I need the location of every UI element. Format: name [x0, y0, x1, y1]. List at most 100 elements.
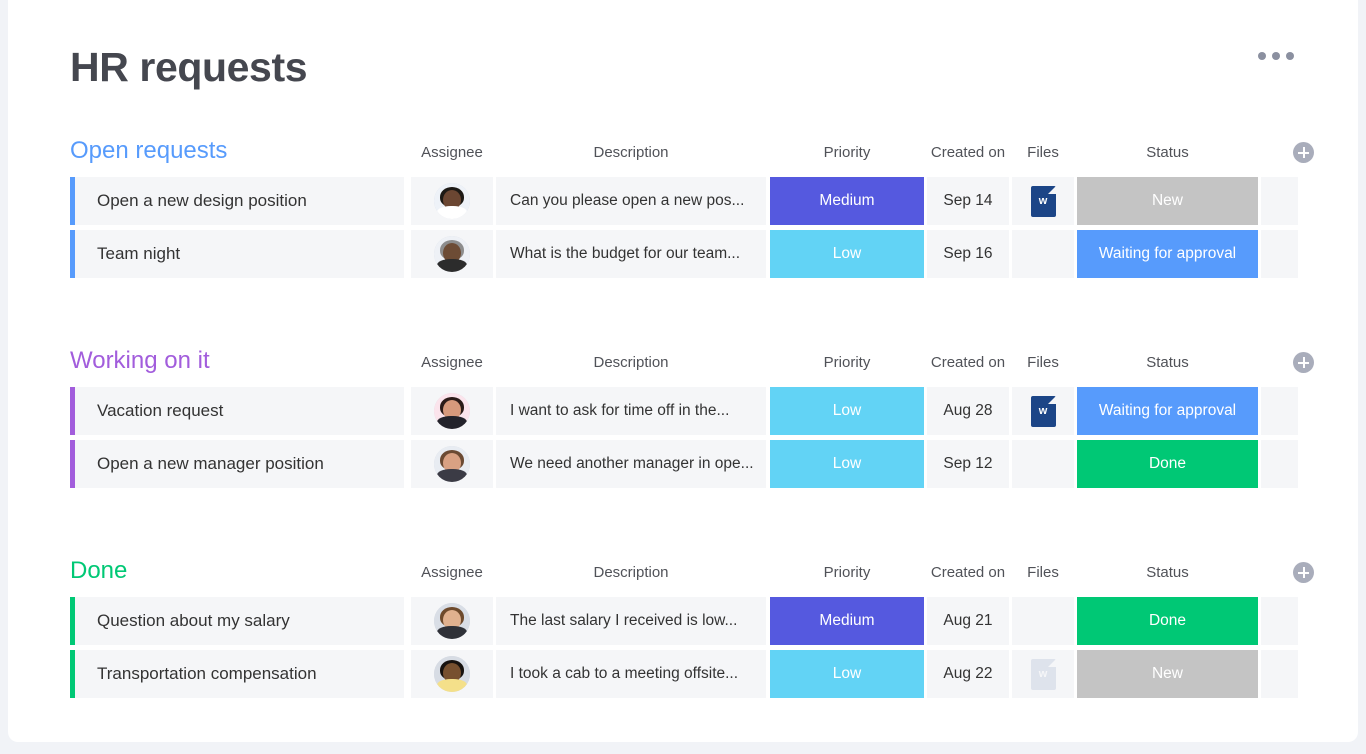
status-cell[interactable]: Waiting for approval [1077, 230, 1258, 278]
priority-badge[interactable]: Medium [770, 177, 924, 225]
status-cell[interactable]: New [1077, 650, 1258, 698]
status-cell[interactable]: Done [1077, 597, 1258, 645]
row-name-cell[interactable]: Vacation request [75, 387, 404, 435]
priority-badge[interactable]: Low [770, 440, 924, 488]
group-title[interactable]: Working on it [70, 347, 210, 375]
status-cell[interactable]: Waiting for approval [1077, 387, 1258, 435]
row-name-cell[interactable]: Question about my salary [75, 597, 404, 645]
priority-cell[interactable]: Medium [770, 177, 924, 225]
table-row[interactable]: Question about my salary The last salary … [70, 597, 1314, 645]
status-cell[interactable]: Done [1077, 440, 1258, 488]
created-on-cell[interactable]: Sep 12 [927, 440, 1009, 488]
column-header-status[interactable]: Status [1077, 563, 1258, 583]
created-on-cell[interactable]: Sep 16 [927, 230, 1009, 278]
column-header-description[interactable]: Description [496, 563, 766, 583]
priority-cell[interactable]: Medium [770, 597, 924, 645]
column-header-created_on[interactable]: Created on [927, 563, 1009, 583]
word-file-icon[interactable]: w [1030, 658, 1056, 690]
column-header-status[interactable]: Status [1077, 143, 1258, 163]
priority-badge[interactable]: Medium [770, 597, 924, 645]
description-cell[interactable]: Can you please open a new pos... [496, 177, 766, 225]
assignee-cell[interactable] [411, 387, 493, 435]
plus-circle-icon[interactable] [1293, 352, 1314, 373]
column-header-files[interactable]: Files [1012, 353, 1074, 373]
status-badge[interactable]: Done [1077, 440, 1258, 488]
column-header-assignee[interactable]: Assignee [411, 563, 493, 583]
avatar[interactable] [434, 236, 470, 272]
row-trailing-cell[interactable] [1261, 440, 1298, 488]
priority-cell[interactable]: Low [770, 440, 924, 488]
row-trailing-cell[interactable] [1261, 650, 1298, 698]
priority-badge[interactable]: Low [770, 650, 924, 698]
table-row[interactable]: Transportation compensation I took a cab … [70, 650, 1314, 698]
avatar[interactable] [434, 603, 470, 639]
assignee-cell[interactable] [411, 650, 493, 698]
files-cell[interactable] [1012, 230, 1074, 278]
status-badge[interactable]: New [1077, 650, 1258, 698]
avatar[interactable] [434, 183, 470, 219]
row-name-cell[interactable]: Team night [75, 230, 404, 278]
table-row[interactable]: Open a new manager position We need anoth… [70, 440, 1314, 488]
created-on-cell[interactable]: Aug 22 [927, 650, 1009, 698]
created-on-cell[interactable]: Sep 14 [927, 177, 1009, 225]
files-cell[interactable] [1012, 597, 1074, 645]
column-header-assignee[interactable]: Assignee [411, 143, 493, 163]
assignee-cell[interactable] [411, 230, 493, 278]
priority-cell[interactable]: Low [770, 230, 924, 278]
row-name-cell[interactable]: Transportation compensation [75, 650, 404, 698]
description-cell[interactable]: What is the budget for our team... [496, 230, 766, 278]
priority-badge[interactable]: Low [770, 230, 924, 278]
avatar[interactable] [434, 446, 470, 482]
column-header-description[interactable]: Description [496, 143, 766, 163]
word-file-icon[interactable]: w [1030, 185, 1056, 217]
priority-badge[interactable]: Low [770, 387, 924, 435]
assignee-cell[interactable] [411, 597, 493, 645]
priority-cell[interactable]: Low [770, 650, 924, 698]
files-cell[interactable]: w [1012, 650, 1074, 698]
column-header-status[interactable]: Status [1077, 353, 1258, 373]
status-badge[interactable]: Waiting for approval [1077, 387, 1258, 435]
column-header-files[interactable]: Files [1012, 143, 1074, 163]
description-cell[interactable]: I took a cab to a meeting offsite... [496, 650, 766, 698]
column-header-created_on[interactable]: Created on [927, 353, 1009, 373]
description-cell[interactable]: The last salary I received is low... [496, 597, 766, 645]
column-header-created_on[interactable]: Created on [927, 143, 1009, 163]
column-header-priority[interactable]: Priority [770, 563, 924, 583]
column-header-files[interactable]: Files [1012, 563, 1074, 583]
files-cell[interactable]: w [1012, 387, 1074, 435]
table-row[interactable]: Vacation request I want to ask for time o… [70, 387, 1314, 435]
status-badge[interactable]: Done [1077, 597, 1258, 645]
plus-circle-icon[interactable] [1293, 562, 1314, 583]
plus-circle-icon[interactable] [1293, 142, 1314, 163]
word-file-icon[interactable]: w [1030, 395, 1056, 427]
column-header-assignee[interactable]: Assignee [411, 353, 493, 373]
row-trailing-cell[interactable] [1261, 177, 1298, 225]
status-badge[interactable]: New [1077, 177, 1258, 225]
group-title[interactable]: Open requests [70, 137, 227, 165]
files-cell[interactable] [1012, 440, 1074, 488]
description-cell[interactable]: We need another manager in ope... [496, 440, 766, 488]
status-cell[interactable]: New [1077, 177, 1258, 225]
more-horizontal-icon[interactable] [1258, 52, 1294, 60]
avatar[interactable] [434, 656, 470, 692]
assignee-cell[interactable] [411, 177, 493, 225]
created-on-cell[interactable]: Aug 28 [927, 387, 1009, 435]
row-trailing-cell[interactable] [1261, 387, 1298, 435]
files-cell[interactable]: w [1012, 177, 1074, 225]
column-header-priority[interactable]: Priority [770, 353, 924, 373]
row-trailing-cell[interactable] [1261, 597, 1298, 645]
description-cell[interactable]: I want to ask for time off in the... [496, 387, 766, 435]
row-name-cell[interactable]: Open a new design position [75, 177, 404, 225]
avatar[interactable] [434, 393, 470, 429]
column-header-description[interactable]: Description [496, 353, 766, 373]
status-badge[interactable]: Waiting for approval [1077, 230, 1258, 278]
created-on-cell[interactable]: Aug 21 [927, 597, 1009, 645]
table-row[interactable]: Team night What is the budget for our tea… [70, 230, 1314, 278]
row-name-cell[interactable]: Open a new manager position [75, 440, 404, 488]
column-header-priority[interactable]: Priority [770, 143, 924, 163]
priority-cell[interactable]: Low [770, 387, 924, 435]
table-row[interactable]: Open a new design position Can you please… [70, 177, 1314, 225]
group-title[interactable]: Done [70, 557, 127, 585]
row-trailing-cell[interactable] [1261, 230, 1298, 278]
assignee-cell[interactable] [411, 440, 493, 488]
